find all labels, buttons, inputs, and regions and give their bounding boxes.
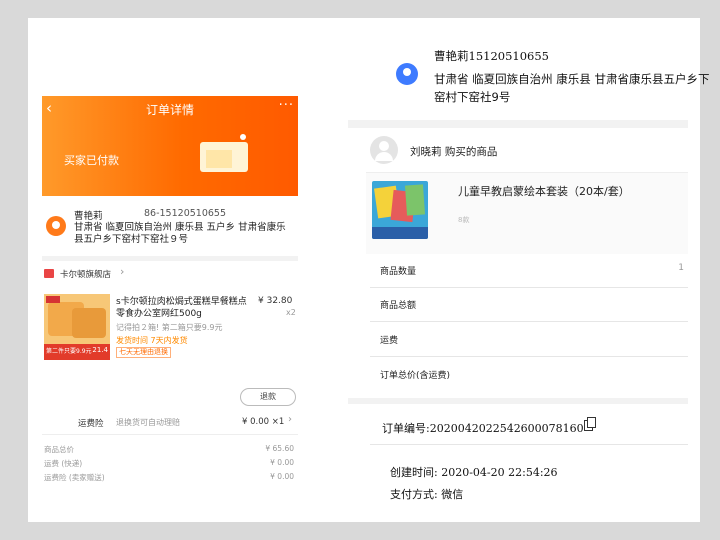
- page-title: 订单详情: [145, 103, 194, 117]
- purchased-goods-card: 刘晓莉 购买的商品 儿童早教启蒙绘本套装（20本/套） 8款: [348, 128, 688, 254]
- copy-icon[interactable]: [584, 417, 596, 431]
- brand-logo-icon: [46, 296, 60, 303]
- insurance-label: 运费险: [78, 419, 104, 429]
- product-image[interactable]: 第二件只要9.9元 21.4: [44, 294, 110, 360]
- shipping-address[interactable]: 曹艳莉 86-15120510655 甘肃省 临夏回族自治州 康乐县 五户乡 甘…: [42, 204, 298, 254]
- divider: [42, 256, 298, 261]
- order-panel: 曹艳莉15120510655 甘肃省 临夏回族自治州 康乐县 甘肃省康乐县五户乡…: [348, 18, 709, 522]
- product-promo: 记得拍２箱! 第二箱只要9.9元: [116, 323, 223, 332]
- product-price: ¥ 32.80: [258, 296, 293, 306]
- insurance-desc: 退换货可自动理赔: [116, 418, 180, 427]
- divider: [348, 398, 688, 404]
- buyer-title: 刘晓莉 购买的商品: [410, 146, 498, 158]
- payment-method: 支付方式: 微信: [390, 488, 464, 501]
- order-number: 订单编号:20200420225426000781​60: [382, 422, 584, 435]
- shipping-insurance-row[interactable]: 运费险 退换货可自动理赔 ¥ 0.00 ×1 ›: [42, 414, 298, 430]
- location-pin-icon: [46, 216, 66, 236]
- info-row-total: 订单总价(含运费): [380, 371, 451, 381]
- order-status: 买家已付款: [64, 154, 119, 167]
- summary-row: 运费 (快递) ¥ 0.00: [44, 458, 294, 468]
- mobile-order-detail: ‹ 订单详情 ··· 买家已付款 曹艳莉 86-15120510655 甘肃省 …: [42, 96, 298, 486]
- summary-row: 商品总价 ¥ 65.60: [44, 444, 294, 454]
- created-time: 创建时间: 2020-04-20 22:54:26: [390, 466, 558, 479]
- shop-name: 卡尔顿旗舰店: [60, 270, 112, 280]
- more-icon[interactable]: ···: [279, 98, 294, 113]
- receiver-phone: 86-15120510655: [144, 208, 227, 219]
- location-pin-icon: [396, 63, 418, 85]
- ship-time: 发货时间 7天内发货: [116, 336, 188, 345]
- return-policy-badge: 七天无理由退换: [116, 347, 171, 358]
- receiver-name-phone: 曹艳莉15120510655: [434, 49, 549, 63]
- info-row-amount: 商品总额: [370, 288, 688, 322]
- receiver-address: 甘肃省 临夏回族自治州 康乐县 甘肃省康乐县五户乡下窑村下窑社9号: [434, 72, 710, 104]
- divider: [370, 444, 688, 445]
- divider: [42, 434, 298, 435]
- image-banner-text: 第二件只要9.9元: [46, 348, 92, 355]
- quantity-value: 1: [678, 263, 684, 273]
- info-row-shipping: 运费: [370, 323, 688, 357]
- info-row-quantity: 商品数量 1: [370, 254, 688, 288]
- receiver-address: 甘肃省 临夏回族自治州 康乐县 五户乡 甘肃省康乐县五户乡下窑村下窑社９号: [74, 222, 286, 245]
- product-title[interactable]: s卡尔顿拉肉松焗式蛋糕早餐糕点零食办公室网红500g: [116, 296, 254, 320]
- summary-row: 运费险 (卖家赠送) ¥ 0.00: [44, 472, 294, 482]
- product-image[interactable]: [372, 181, 428, 239]
- shop-link[interactable]: 卡尔顿旗舰店 ›: [42, 264, 298, 280]
- divider: [348, 120, 688, 128]
- insurance-value: ¥ 0.00 ×1: [242, 417, 285, 427]
- screenshot-canvas: ‹ 订单详情 ··· 买家已付款 曹艳莉 86-15120510655 甘肃省 …: [28, 18, 709, 522]
- order-header: ‹ 订单详情 ··· 买家已付款: [42, 96, 298, 196]
- package-icon: [194, 132, 254, 176]
- avatar: [370, 136, 398, 164]
- image-price-text: 21.4: [92, 346, 108, 354]
- product-title[interactable]: 儿童早教启蒙绘本套装（20本/套）: [458, 183, 630, 199]
- chevron-right-icon: ›: [288, 414, 292, 425]
- shop-icon: [44, 269, 54, 278]
- refund-button[interactable]: 退款: [240, 388, 296, 406]
- product-item[interactable]: 儿童早教启蒙绘本套装（20本/套） 8款: [366, 172, 688, 254]
- product-sku: 8款: [458, 216, 470, 224]
- chevron-right-icon: ›: [120, 265, 125, 278]
- receiver-name: 曹艳莉: [74, 211, 103, 222]
- product-quantity: x2: [286, 308, 296, 317]
